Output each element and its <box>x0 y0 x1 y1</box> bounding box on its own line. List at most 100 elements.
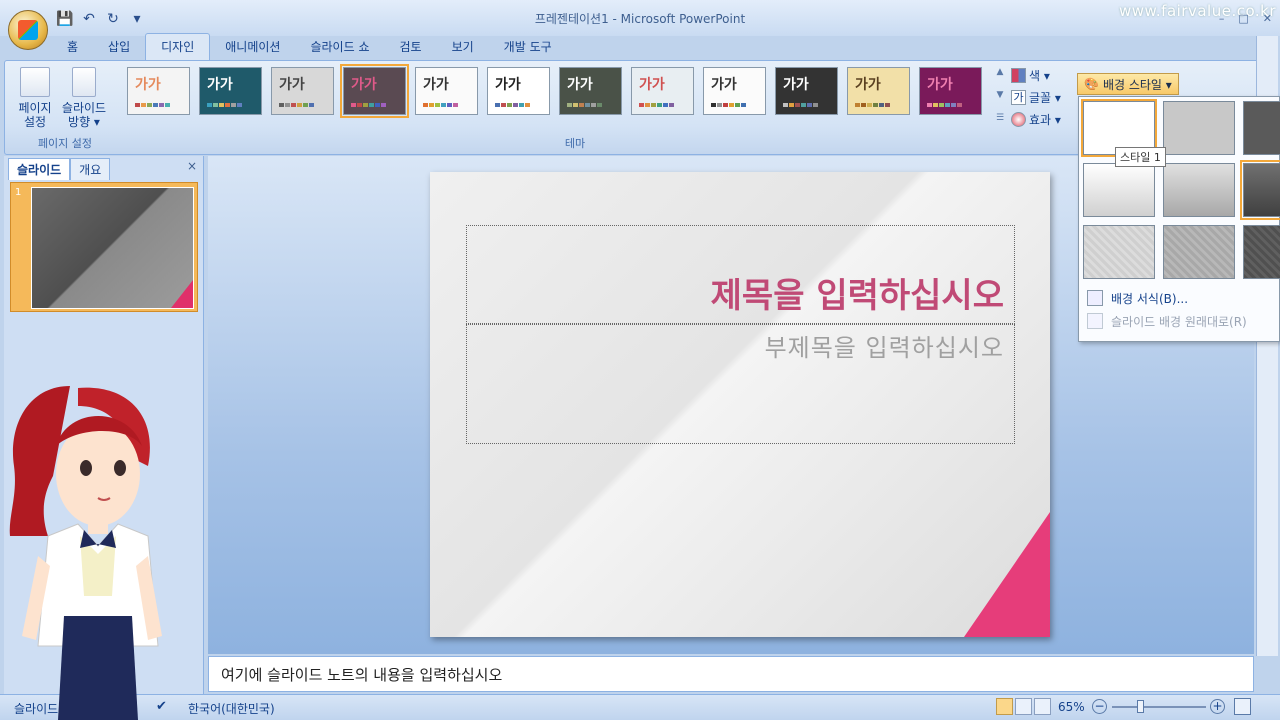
slide-number: 1 <box>15 187 22 198</box>
theme-thumbnail[interactable]: 가가 <box>415 67 478 115</box>
tab-view[interactable]: 보기 <box>437 34 489 60</box>
theme-thumbnail[interactable]: 가가 <box>775 67 838 115</box>
theme-fonts-label: 글꼴 ▾ <box>1029 91 1061 105</box>
theme-thumbnail[interactable]: 가가 <box>703 67 766 115</box>
zoom-out-button[interactable]: − <box>1092 699 1107 714</box>
office-logo-icon <box>18 20 38 40</box>
maximize-button[interactable]: □ <box>1238 12 1248 25</box>
theme-fonts-button[interactable]: 가 글꼴 ▾ <box>1011 89 1061 106</box>
effects-icon <box>1011 112 1026 127</box>
tab-insert[interactable]: 삽입 <box>93 34 145 60</box>
tab-slides[interactable]: 슬라이드 <box>8 158 71 180</box>
background-style-option[interactable] <box>1243 101 1280 155</box>
theme-thumbnail[interactable]: 가가 <box>559 67 622 115</box>
theme-sample-text: 가가 <box>279 77 305 93</box>
fit-window-icon[interactable] <box>1234 698 1251 715</box>
theme-thumbnail[interactable]: 가가 <box>199 67 262 115</box>
office-button[interactable] <box>8 10 48 50</box>
normal-view-button[interactable] <box>996 698 1013 715</box>
theme-sample-text: 가가 <box>927 77 953 93</box>
tooltip: 스타일 1 <box>1115 147 1166 167</box>
theme-thumbnail[interactable]: 가가 <box>487 67 550 115</box>
slide-thumbnail[interactable] <box>31 187 194 309</box>
status-language[interactable]: 한국어(대한민국) <box>188 700 275 717</box>
cartoon-presenter-image <box>9 386 162 720</box>
background-style-option[interactable] <box>1083 163 1155 217</box>
tab-developer[interactable]: 개발 도구 <box>489 34 567 60</box>
orientation-label: 슬라이드 방향 ▾ <box>61 101 107 129</box>
format-background-icon <box>1087 290 1103 306</box>
background-style-option[interactable] <box>1163 163 1235 217</box>
background-style-option[interactable] <box>1163 225 1235 279</box>
status-bar: 슬라이드 ✔ 한국어(대한민국) 65% − + <box>0 694 1280 720</box>
format-background-menu-item[interactable]: 배경 서식(B)... <box>1083 287 1279 309</box>
tab-slideshow[interactable]: 슬라이드 쇼 <box>295 34 384 60</box>
theme-thumbnail[interactable]: 가가 <box>847 67 910 115</box>
theme-color-swatches <box>351 103 386 107</box>
minimize-button[interactable]: – <box>1219 12 1225 25</box>
theme-sample-text: 가가 <box>207 77 233 93</box>
page-setup-group-label: 페이지 설정 <box>37 137 93 150</box>
zoom-slider-track[interactable] <box>1112 706 1206 708</box>
theme-color-swatches <box>135 103 170 107</box>
theme-color-swatches <box>423 103 458 107</box>
zoom-level[interactable]: 65% <box>1058 700 1085 714</box>
tab-animation[interactable]: 애니메이션 <box>210 34 295 60</box>
pane-close-icon[interactable]: × <box>187 159 197 173</box>
tab-outline[interactable]: 개요 <box>70 158 111 180</box>
theme-thumbnail[interactable]: 가가 <box>127 67 190 115</box>
theme-color-swatches <box>783 103 818 107</box>
theme-gallery-scroll: ▲ ▼ ☰ <box>993 67 1007 123</box>
theme-effects-button[interactable]: 효과 ▾ <box>1011 111 1061 128</box>
thumbnail-accent-triangle <box>171 280 193 308</box>
slide-sorter-view-button[interactable] <box>1015 698 1032 715</box>
theme-group-label: 테마 <box>564 137 586 150</box>
background-style-option[interactable] <box>1243 225 1280 279</box>
window-title: 프레젠테이션1 - Microsoft PowerPoint <box>534 12 746 26</box>
theme-effects-label: 효과 ▾ <box>1029 113 1061 127</box>
reset-background-menu-item[interactable]: 슬라이드 배경 원래대로(R) <box>1083 310 1279 332</box>
scroll-down-icon[interactable]: ▼ <box>993 90 1007 100</box>
theme-sample-text: 가가 <box>495 77 521 93</box>
background-style-option[interactable] <box>1083 225 1155 279</box>
theme-color-swatches <box>207 103 242 107</box>
theme-colors-label: 색 ▾ <box>1029 69 1050 83</box>
scroll-up-icon[interactable]: ▲ <box>993 67 1007 77</box>
window-controls: – □ ✕ <box>1219 12 1272 25</box>
page-setup-button[interactable]: 페이지 설정 <box>15 67 55 129</box>
slide-accent-triangle <box>964 512 1050 637</box>
theme-colors-button[interactable]: 색 ▾ <box>1011 67 1050 84</box>
theme-sample-text: 가가 <box>351 77 377 93</box>
theme-color-swatches <box>495 103 530 107</box>
tab-home[interactable]: 홈 <box>52 34 93 60</box>
gallery-more-icon[interactable]: ☰ <box>993 113 1007 123</box>
slide[interactable]: 제목을 입력하십시오 부제목을 입력하십시오 <box>430 172 1050 637</box>
notes-text: 여기에 슬라이드 노트의 내용을 입력하십시오 <box>221 666 503 684</box>
background-style-option[interactable] <box>1240 160 1280 220</box>
slide-title: 제목을 입력하십시오 <box>710 276 1004 316</box>
zoom-slider-thumb[interactable] <box>1137 700 1144 713</box>
zoom-in-button[interactable]: + <box>1210 699 1225 714</box>
tab-design[interactable]: 디자인 <box>145 33 211 60</box>
theme-thumbnail[interactable]: 가가 <box>271 67 334 115</box>
ribbon-tabs: 홈 삽입 디자인 애니메이션 슬라이드 쇼 검토 보기 개발 도구 <box>52 33 567 60</box>
theme-sample-text: 가가 <box>855 77 881 93</box>
notes-pane[interactable]: 여기에 슬라이드 노트의 내용을 입력하십시오 <box>208 656 1254 692</box>
theme-thumbnail[interactable]: 가가 <box>631 67 694 115</box>
theme-color-swatches <box>711 103 746 107</box>
title-placeholder[interactable]: 제목을 입력하십시오 <box>466 225 1015 324</box>
close-button[interactable]: ✕ <box>1263 12 1272 25</box>
background-styles-button[interactable]: 🎨 배경 스타일 ▾ <box>1077 73 1179 95</box>
slide-thumbnail-item[interactable]: 1 <box>10 182 198 312</box>
background-styles-icon: 🎨 <box>1084 77 1099 91</box>
slideshow-view-button[interactable] <box>1034 698 1051 715</box>
subtitle-placeholder[interactable]: 부제목을 입력하십시오 <box>466 324 1015 444</box>
theme-color-swatches <box>279 103 314 107</box>
slide-orientation-button[interactable]: 슬라이드 방향 ▾ <box>59 67 109 129</box>
background-style-option[interactable] <box>1163 101 1235 155</box>
tab-review[interactable]: 검토 <box>384 34 436 60</box>
theme-thumbnail[interactable]: 가가 <box>919 67 982 115</box>
theme-thumbnail[interactable]: 가가 <box>340 64 409 118</box>
theme-sample-text: 가가 <box>783 77 809 93</box>
format-background-label: 배경 서식(B)... <box>1111 291 1189 306</box>
